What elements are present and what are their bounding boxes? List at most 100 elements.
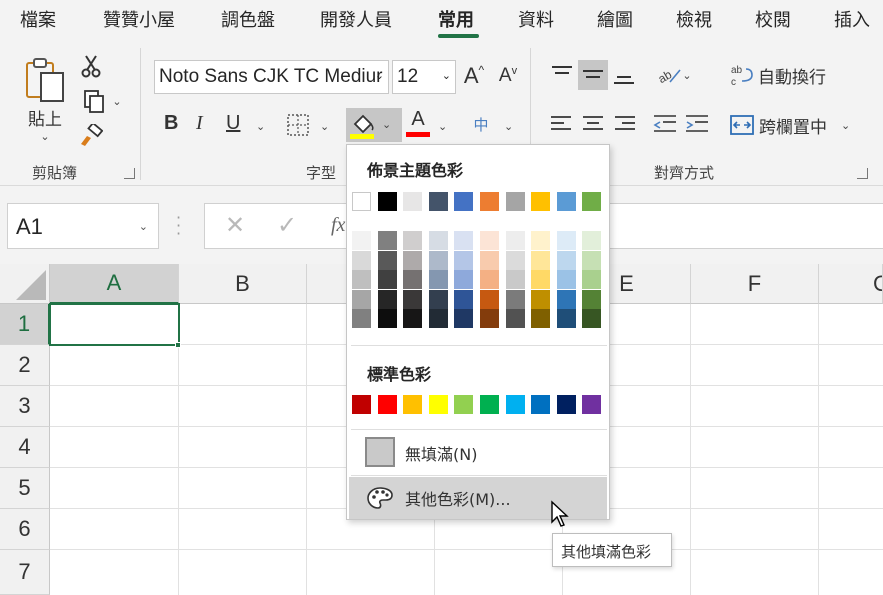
borders-button[interactable] [284, 112, 312, 138]
theme-tint-swatch[interactable] [352, 309, 371, 329]
column-header-b[interactable]: B [179, 264, 307, 304]
tab-data[interactable]: 資料 [518, 6, 554, 32]
theme-tint-swatch[interactable] [454, 309, 474, 329]
theme-tint-swatch[interactable] [505, 250, 525, 270]
dialog-launcher-icon[interactable] [857, 168, 868, 179]
theme-color-swatch[interactable] [531, 192, 551, 211]
theme-tint-swatch[interactable] [480, 270, 499, 290]
theme-color-swatch[interactable] [454, 192, 474, 211]
no-fill-option[interactable]: 無填滿(N) [349, 432, 607, 474]
theme-tint-swatch[interactable] [582, 289, 602, 309]
paste-button[interactable]: 貼上 ⌄ [20, 50, 70, 150]
standard-color-swatch[interactable] [352, 395, 371, 414]
theme-tint-swatch[interactable] [582, 231, 602, 250]
theme-tint-swatch[interactable] [582, 250, 602, 270]
theme-tint-swatch[interactable] [582, 309, 602, 329]
row-header-3[interactable]: 3 [0, 386, 50, 427]
theme-tint-swatch[interactable] [531, 289, 551, 309]
theme-tint-swatch[interactable] [582, 270, 602, 290]
theme-tint-swatch[interactable] [352, 289, 371, 309]
theme-tint-swatch[interactable] [531, 309, 551, 329]
name-box[interactable]: A1 ⌄ [7, 203, 159, 249]
standard-color-swatch[interactable] [556, 395, 576, 414]
theme-tint-swatch[interactable] [403, 270, 423, 290]
row-header-5[interactable]: 5 [0, 468, 50, 509]
theme-tint-swatch[interactable] [556, 270, 576, 290]
column-header-f[interactable]: F [691, 264, 819, 304]
standard-color-swatch[interactable] [480, 395, 499, 414]
shrink-font-button[interactable]: Av [494, 62, 522, 90]
merge-center-button[interactable]: 跨欄置中 ⌄ [730, 110, 860, 140]
copy-button[interactable]: ⌄ [78, 87, 126, 115]
theme-color-swatch[interactable] [377, 192, 397, 211]
tab-review[interactable]: 校閱 [755, 6, 791, 32]
theme-color-swatch[interactable] [403, 192, 423, 211]
fill-handle[interactable] [175, 342, 181, 348]
standard-color-swatch[interactable] [582, 395, 602, 414]
chevron-down-icon[interactable]: ⌄ [438, 120, 447, 133]
tab-view[interactable]: 檢視 [676, 6, 712, 32]
theme-tint-swatch[interactable] [505, 231, 525, 250]
theme-color-swatch[interactable] [505, 192, 525, 211]
align-right-button[interactable] [612, 110, 638, 138]
row-header-2[interactable]: 2 [0, 345, 50, 386]
bold-button[interactable]: B [164, 112, 178, 135]
italic-button[interactable]: I [196, 112, 203, 135]
theme-tint-swatch[interactable] [403, 289, 423, 309]
tab-draw[interactable]: 繪圖 [597, 6, 633, 32]
wrap-text-button[interactable]: ab c 自動換行 [730, 60, 840, 90]
decrease-indent-button[interactable] [652, 110, 678, 138]
standard-color-swatch[interactable] [531, 395, 551, 414]
chevron-down-icon[interactable]: ⌄ [320, 120, 329, 133]
theme-tint-swatch[interactable] [403, 250, 423, 270]
theme-tint-swatch[interactable] [556, 231, 576, 250]
cut-button[interactable] [78, 52, 104, 80]
theme-color-swatch[interactable] [582, 192, 602, 211]
increase-indent-button[interactable] [684, 110, 710, 138]
tab-developer[interactable]: 開發人員 [320, 6, 392, 32]
enter-icon[interactable]: ✓ [277, 211, 297, 239]
theme-tint-swatch[interactable] [454, 231, 474, 250]
theme-tint-swatch[interactable] [454, 250, 474, 270]
tab-insert[interactable]: 插入 [834, 6, 870, 32]
phonetic-guide-button[interactable]: 中 [468, 110, 494, 138]
theme-tint-swatch[interactable] [428, 289, 448, 309]
row-header-1[interactable]: 1 [0, 304, 50, 345]
theme-color-swatch[interactable] [480, 192, 499, 211]
align-left-button[interactable] [548, 110, 574, 138]
tab-file[interactable]: 檔案 [20, 6, 56, 32]
theme-tint-swatch[interactable] [556, 309, 576, 329]
grow-font-button[interactable]: A ^ [460, 62, 488, 90]
font-size-select[interactable]: 12 ⌄ [392, 60, 456, 94]
row-header-6[interactable]: 6 [0, 509, 50, 550]
theme-tint-swatch[interactable] [505, 270, 525, 290]
theme-tint-swatch[interactable] [403, 309, 423, 329]
select-all-button[interactable] [0, 264, 50, 304]
tab-home[interactable]: 常用 [438, 6, 474, 32]
font-name-select[interactable]: Noto Sans CJK TC Mediur ⌄ [154, 60, 389, 94]
theme-tint-swatch[interactable] [480, 250, 499, 270]
standard-color-swatch[interactable] [428, 395, 448, 414]
fill-color-button[interactable]: ⌄ [346, 108, 402, 142]
row-header-7[interactable]: 7 [0, 550, 50, 595]
theme-tint-swatch[interactable] [480, 231, 499, 250]
row-header-4[interactable]: 4 [0, 427, 50, 468]
chevron-down-icon[interactable]: ⌄ [504, 120, 513, 133]
theme-tint-swatch[interactable] [556, 250, 576, 270]
theme-tint-swatch[interactable] [428, 309, 448, 329]
column-header-a[interactable]: A [50, 264, 179, 304]
active-cell-a1[interactable] [49, 303, 180, 346]
theme-tint-swatch[interactable] [377, 250, 397, 270]
format-painter-button[interactable] [78, 122, 104, 150]
theme-tint-swatch[interactable] [454, 270, 474, 290]
dialog-launcher-icon[interactable] [124, 168, 135, 179]
align-middle-button[interactable] [578, 60, 608, 90]
theme-tint-swatch[interactable] [428, 250, 448, 270]
standard-color-swatch[interactable] [403, 395, 423, 414]
insert-function-icon[interactable]: fx [331, 214, 345, 237]
align-bottom-button[interactable] [610, 62, 638, 90]
tab-palette[interactable]: 調色盤 [221, 6, 275, 32]
theme-color-swatch[interactable] [556, 192, 576, 211]
theme-tint-swatch[interactable] [556, 289, 576, 309]
tab-zanzan[interactable]: 贊贊小屋 [103, 6, 175, 32]
